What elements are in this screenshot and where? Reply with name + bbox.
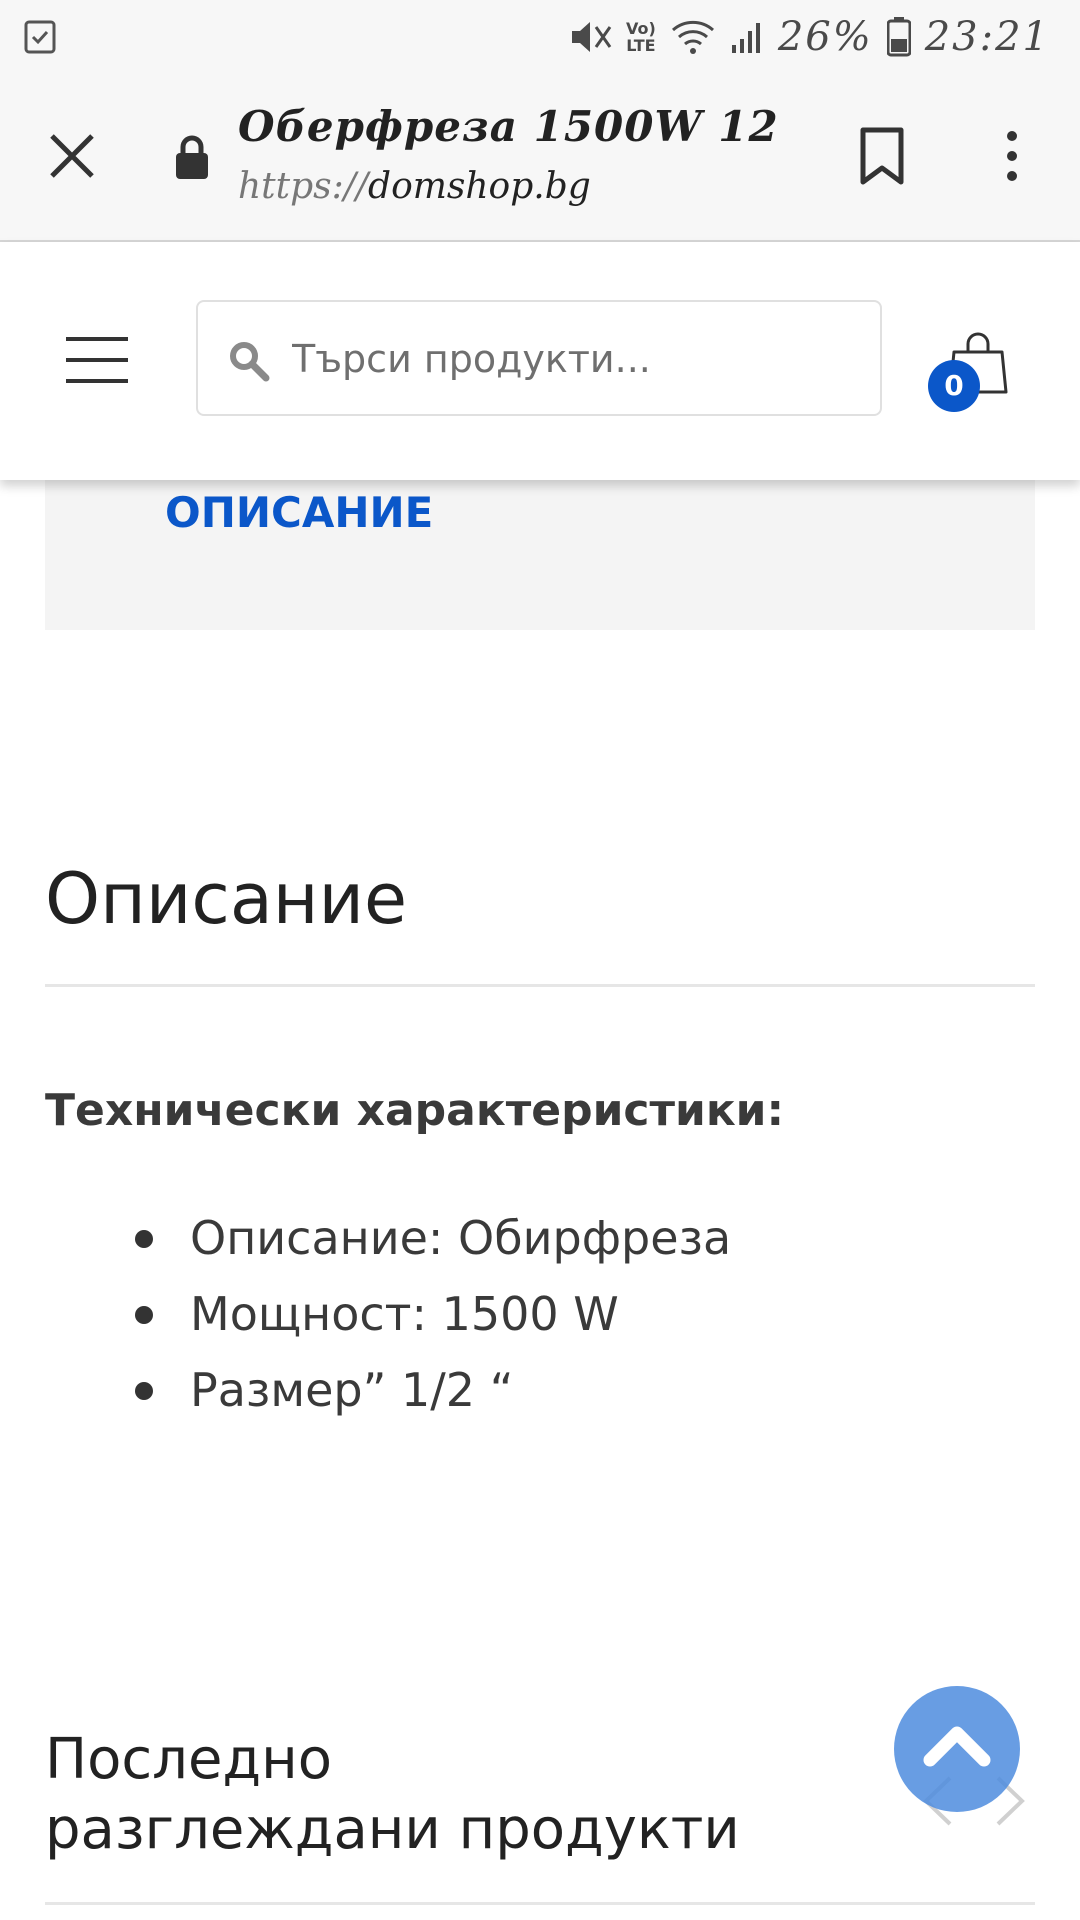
status-bar: Vo) LTE 26% 23:21 (0, 0, 1080, 72)
url-display[interactable]: https://domshop.bg (238, 166, 591, 207)
page-title[interactable]: Оберфреза 1500W 12" ... (238, 102, 778, 151)
search-icon (230, 342, 270, 382)
specs-list: Описание: Обирфреза Мощност: 1500 W Разм… (135, 1200, 731, 1428)
more-options-icon[interactable] (1000, 126, 1024, 186)
bullet (135, 1382, 153, 1400)
search-input[interactable] (290, 322, 854, 396)
close-icon[interactable] (44, 128, 100, 184)
hamburger-menu-icon[interactable] (66, 337, 128, 383)
battery-percent: 26% (777, 14, 873, 60)
network-type: Vo) LTE (626, 19, 656, 55)
url-domain: domshop.bg (368, 166, 591, 207)
tab-description[interactable]: ОПИСАНИЕ (165, 488, 433, 537)
search-box[interactable] (196, 300, 882, 416)
cart-button[interactable]: 0 (928, 330, 1008, 422)
browser-toolbar: Оберфреза 1500W 12" ... https://domshop.… (0, 72, 1080, 242)
description-heading: Описание (45, 858, 408, 940)
site-header: 0 (0, 242, 1080, 480)
spec-text: Размер” 1/2 “ (190, 1363, 514, 1417)
divider (45, 984, 1035, 987)
cart-count-badge: 0 (928, 360, 980, 412)
recently-viewed-heading: Последно разглеждани продукти (45, 1727, 740, 1862)
clipboard-check-icon (24, 20, 56, 54)
chevron-up-icon (923, 1726, 991, 1767)
spec-text: Описание: Обирфреза (190, 1211, 732, 1265)
spec-item: Описание: Обирфреза (135, 1200, 731, 1276)
wifi-icon (671, 20, 714, 54)
clock: 23:21 (924, 14, 1050, 60)
product-tabs: ОПИСАНИЕ (45, 470, 1035, 630)
spec-item: Размер” 1/2 “ (135, 1352, 731, 1428)
scroll-to-top-button[interactable] (894, 1686, 1020, 1812)
bookmark-icon[interactable] (858, 126, 906, 186)
url-protocol: https:// (238, 166, 369, 207)
spec-item: Мощност: 1500 W (135, 1276, 731, 1352)
divider (45, 1902, 1035, 1905)
signal-icon (731, 23, 760, 53)
mute-icon (572, 22, 612, 52)
specs-title: Технически характеристики: (45, 1085, 785, 1136)
spec-text: Мощност: 1500 W (190, 1287, 619, 1341)
bullet (135, 1306, 153, 1324)
battery-icon (886, 17, 911, 57)
bullet (135, 1230, 153, 1248)
lock-icon[interactable] (174, 134, 210, 180)
